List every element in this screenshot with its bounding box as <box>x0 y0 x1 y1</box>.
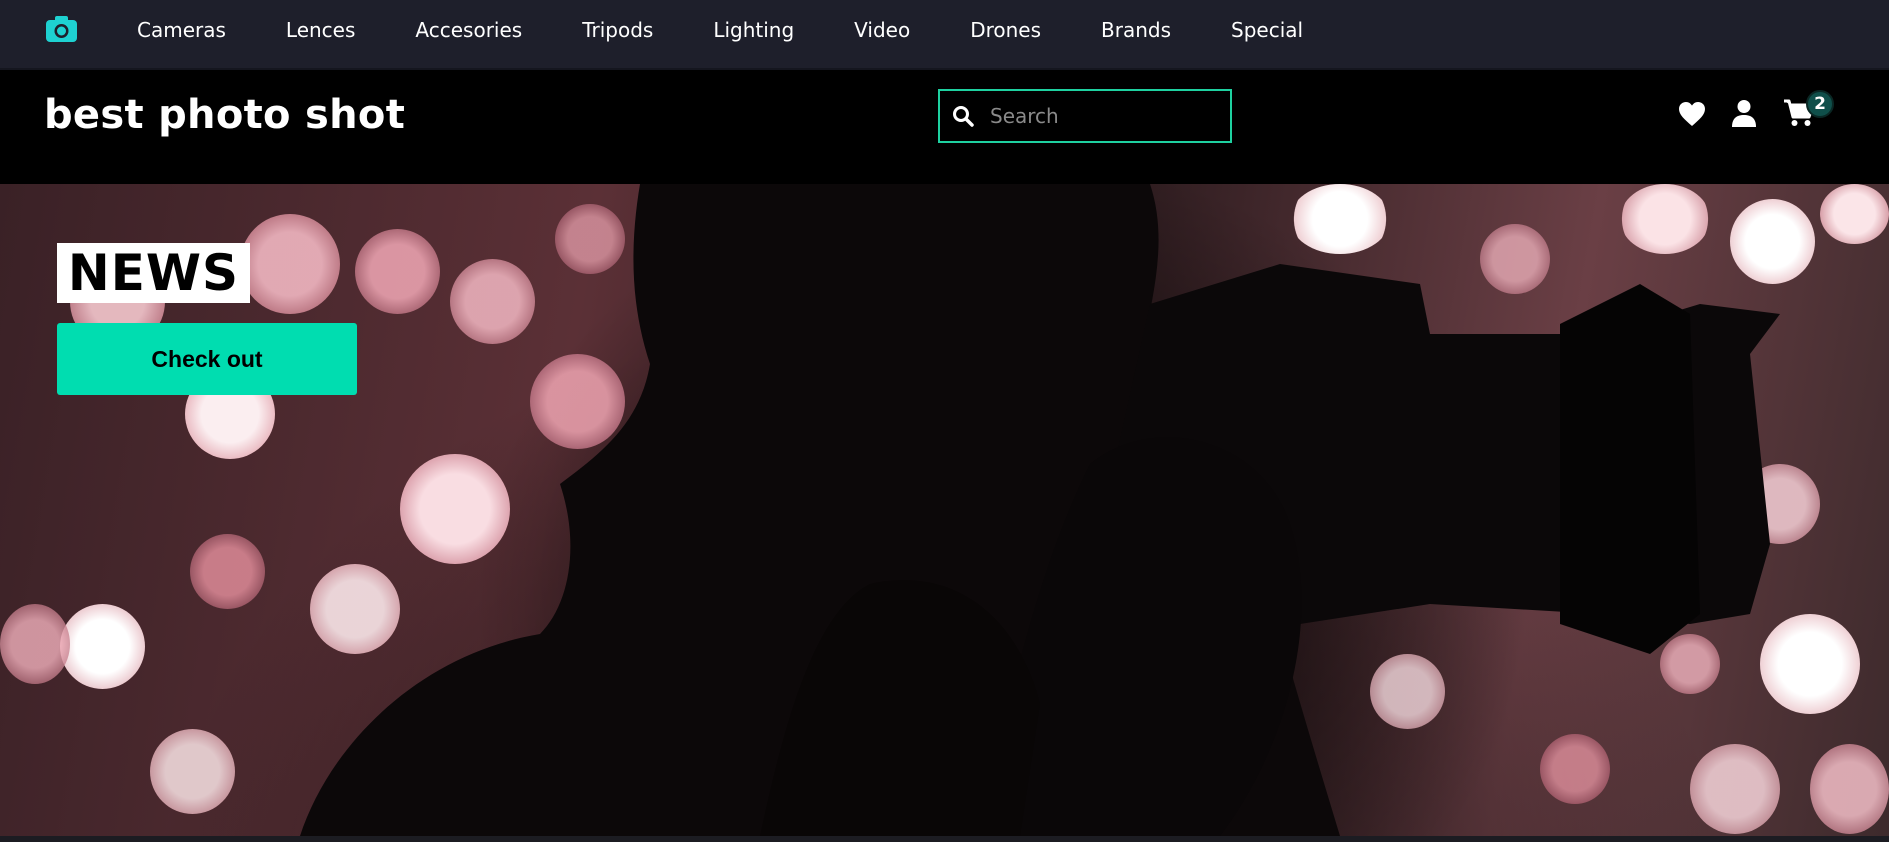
user-icon[interactable] <box>1731 99 1757 127</box>
site-header: best photo shot <box>0 70 1889 184</box>
brand-logo-text[interactable]: best photo shot <box>44 92 405 138</box>
page-divider <box>0 836 1889 842</box>
heart-icon[interactable] <box>1678 101 1706 127</box>
news-tag: NEWS <box>57 243 250 303</box>
photographer-silhouette <box>300 184 1780 836</box>
nav-item-brands[interactable]: Brands <box>1101 18 1171 42</box>
nav-item-tripods[interactable]: Tripods <box>582 18 653 42</box>
nav-item-lighting[interactable]: Lighting <box>713 18 794 42</box>
nav-item-video[interactable]: Video <box>854 18 910 42</box>
hero-banner: NEWS Check out <box>0 184 1889 836</box>
nav-item-lences[interactable]: Lences <box>286 18 356 42</box>
nav-item-drones[interactable]: Drones <box>970 18 1041 42</box>
search-icon[interactable] <box>952 105 974 127</box>
nav-item-special[interactable]: Special <box>1231 18 1303 42</box>
category-list: Cameras Lences Accesories Tripods Lighti… <box>137 0 1363 60</box>
search-box[interactable] <box>938 89 1232 143</box>
nav-item-cameras[interactable]: Cameras <box>137 18 226 42</box>
nav-item-accesories[interactable]: Accesories <box>415 18 522 42</box>
cart-count-badge: 2 <box>1806 90 1834 118</box>
camera-icon[interactable] <box>46 15 77 42</box>
category-nav: Cameras Lences Accesories Tripods Lighti… <box>0 0 1889 70</box>
check-out-button[interactable]: Check out <box>57 323 357 395</box>
search-input[interactable] <box>990 104 1210 128</box>
